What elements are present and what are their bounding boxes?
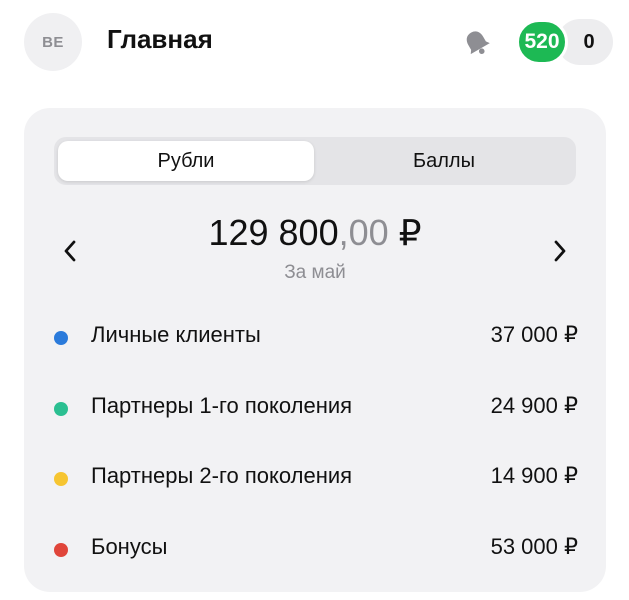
tab-rubles[interactable]: Рубли [58, 141, 314, 181]
currency-segmented-control: Рубли Баллы [54, 137, 576, 185]
count-badge-value: 0 [583, 30, 595, 53]
list-item-label: Бонусы [91, 534, 168, 559]
series-dot [54, 331, 68, 345]
list-item-label: Личные клиенты [91, 322, 261, 347]
list-item-label: Партнеры 2-го поколения [91, 463, 353, 488]
amount-cents: ,00 [338, 212, 389, 253]
header: BE Главная 0 520 [0, 0, 629, 86]
points-badge[interactable]: 520 [516, 19, 568, 65]
list-item[interactable]: Партнеры 2-го поколения 14 900 ₽ [24, 458, 606, 494]
series-dot [54, 402, 68, 416]
list-item-label: Партнеры 1-го поколения [91, 393, 353, 418]
list-item[interactable]: Партнеры 1-го поколения 24 900 ₽ [24, 388, 606, 424]
list-item-value: 53 000 ₽ [490, 534, 578, 559]
avatar[interactable]: BE [24, 13, 82, 71]
tab-points[interactable]: Баллы [316, 141, 572, 181]
points-badge-value: 520 [524, 30, 560, 53]
page-title: Главная [107, 24, 213, 54]
list-item[interactable]: Личные клиенты 37 000 ₽ [24, 317, 606, 353]
list-item-value: 37 000 ₽ [490, 322, 578, 347]
list-item-value: 24 900 ₽ [490, 393, 578, 418]
series-dot [54, 543, 68, 557]
series-dot [54, 472, 68, 486]
amount-main: 129 800 [208, 212, 339, 253]
avatar-initials: BE [42, 33, 64, 51]
home-screen: BE Главная 0 520 Рубли Баллы 129 800,00 … [0, 0, 629, 600]
bell-icon[interactable] [460, 27, 494, 59]
total-amount: 129 800,00 ₽ [24, 212, 606, 254]
income-card: Рубли Баллы 129 800,00 ₽ За май Личные к… [24, 108, 606, 592]
list-item[interactable]: Бонусы 53 000 ₽ [24, 529, 606, 565]
period-label: За май [284, 262, 346, 283]
amount-currency: ₽ [388, 212, 422, 253]
list-item-value: 14 900 ₽ [490, 463, 578, 488]
